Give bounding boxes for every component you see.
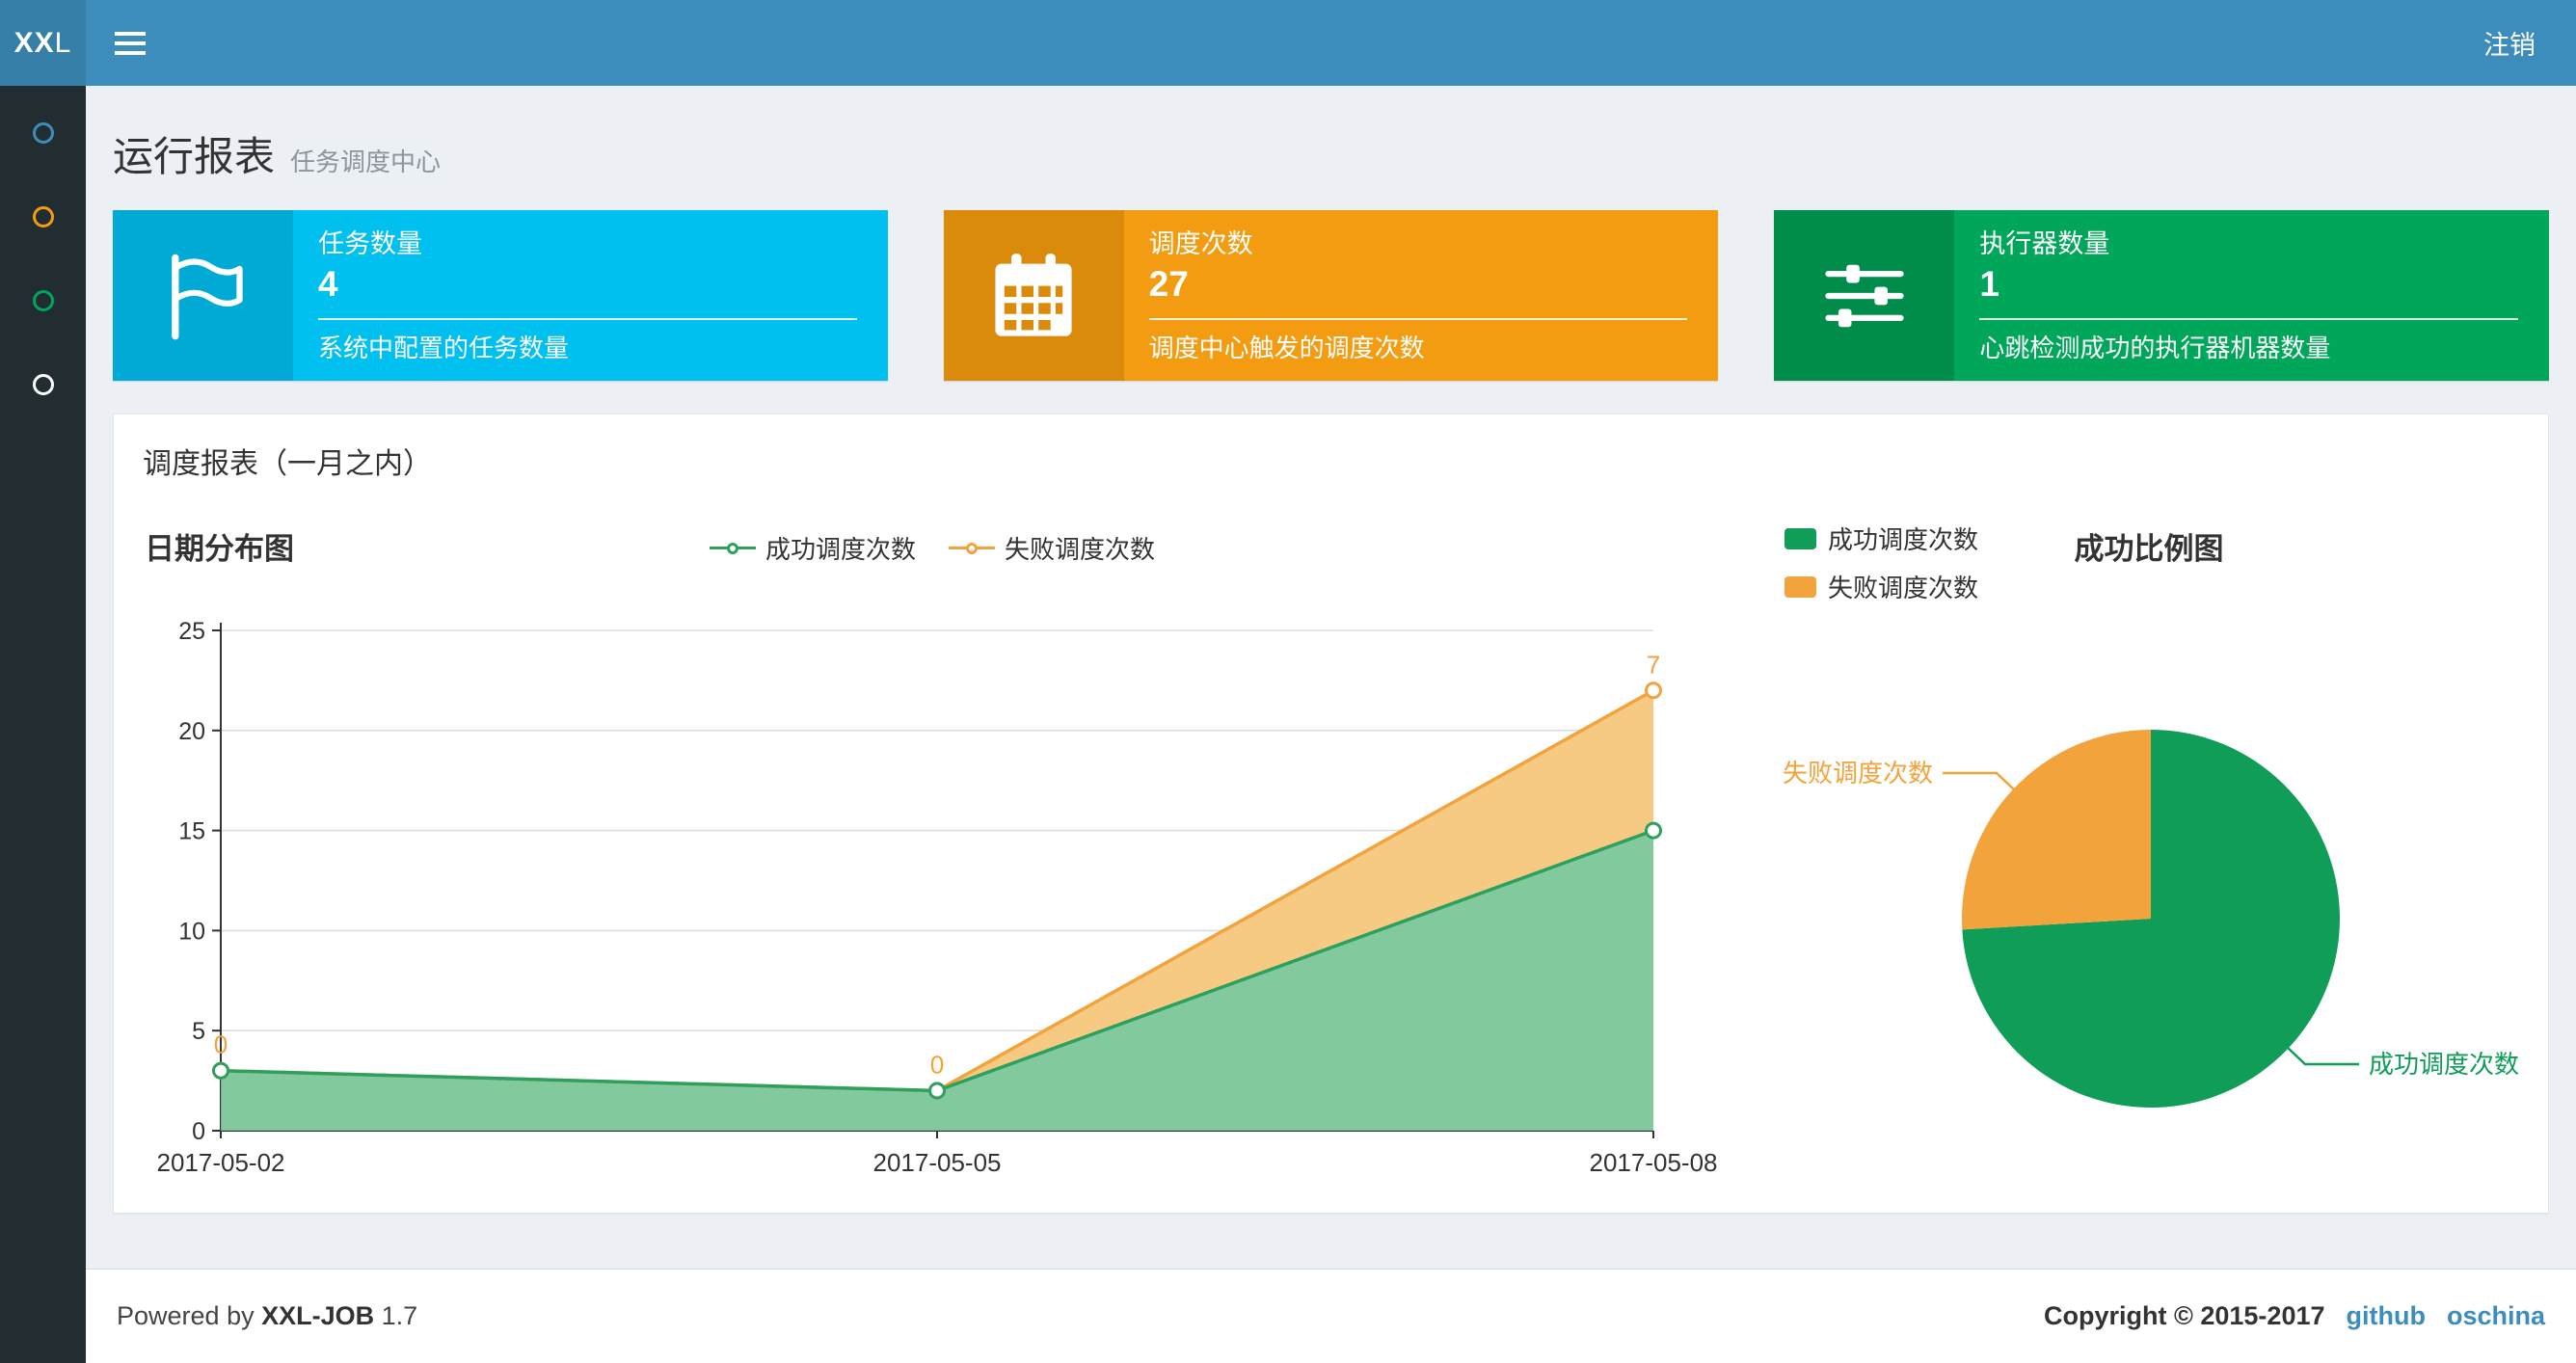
dispatch-report-panel: 调度报表（一月之内） 日期分布图 成功调度次数 失败调度次数 0 5 10 15 20 2… [113,414,2549,1214]
info-box-description: 系统中配置的任务数量 [318,334,570,362]
legend-label: 失败调度次数 [1005,535,1156,564]
legend-label: 成功调度次数 [765,535,917,564]
svg-text:20: 20 [178,718,205,745]
copyright-text: Copyright © 2015-2017 [2043,1301,2325,1330]
logo-text-light: L [54,26,72,59]
date-distribution-chart: 05101520252017-05-02 2017-05-05 2017-05-08… [157,618,1718,1177]
sliders-icon [1774,210,1955,381]
hamburger-icon [115,40,146,45]
info-box-body: 调度次数 27 调度中心触发的调度次数 [1124,210,1719,381]
line-series-marker-icon [710,542,756,554]
sidebar-item-circle-icon[interactable] [32,290,54,311]
logout-link[interactable]: 注销 [2443,0,2576,86]
line-series-marker-icon [949,542,996,554]
info-box-title: 执行器数量 [1979,229,2110,258]
info-box-title: 任务数量 [318,229,422,258]
legend-item-success[interactable]: 成功调度次数 [710,530,916,566]
sidebar-toggle-button[interactable] [86,0,174,86]
calendar-icon [943,210,1124,381]
pie-chart-title: 成功比例图 [2074,532,2224,566]
powered-by: Powered by XXL-JOB 1.7 [117,1301,417,1331]
sidebar-menu [0,86,86,395]
copyright: Copyright © 2015-2017 github oschina [2044,1301,2545,1331]
info-box-task-count: 任务数量 4 系统中配置的任务数量 [113,210,888,381]
powered-by-prefix: Powered by [117,1301,255,1330]
info-box-executor-count: 执行器数量 1 心跳检测成功的执行器机器数量 [1774,210,2550,381]
main-content: 运行报表 任务调度中心 任务数量 4 系统中配置的任务数量 调度次数 27 调度… [86,86,2576,1214]
line-chart-legend: 成功调度次数 失败调度次数 [710,530,1155,566]
svg-text:2017-05-08: 2017-05-08 [1590,1148,1718,1177]
sidebar-item-circle-icon[interactable] [32,374,54,395]
info-box-description: 心跳检测成功的执行器机器数量 [1979,334,2331,362]
page-subtitle: 任务调度中心 [290,147,442,176]
success-ratio-pie-chart: 成功调度次数 失败调度次数 [1783,730,2519,1108]
svg-text:0: 0 [214,1030,228,1059]
page-footer: Powered by XXL-JOB 1.7 Copyright © 2015-… [86,1269,2576,1363]
flag-icon [113,210,293,381]
page-title-text: 运行报表 [113,134,276,179]
info-box-value: 1 [1979,264,1999,304]
svg-text:0: 0 [192,1118,205,1145]
divider [1148,318,1688,320]
info-box-value: 27 [1148,264,1189,304]
divider [1979,318,2519,320]
svg-text:失败调度次数: 失败调度次数 [1783,759,1933,788]
info-box-description: 调度中心触发的调度次数 [1148,334,1425,362]
info-box-value: 4 [318,264,338,304]
info-box-body: 执行器数量 1 心跳检测成功的执行器机器数量 [1954,210,2549,381]
panel-title: 调度报表（一月之内） [143,448,432,480]
svg-text:成功调度次数: 成功调度次数 [2369,1050,2519,1079]
svg-text:10: 10 [178,918,205,945]
legend-item-fail[interactable]: 失败调度次数 [949,530,1155,566]
svg-text:0: 0 [930,1050,944,1079]
sidebar-item-circle-icon[interactable] [32,206,54,227]
svg-text:2017-05-05: 2017-05-05 [873,1148,1002,1177]
info-box-title: 调度次数 [1148,229,1253,258]
info-box-trigger-count: 调度次数 27 调度中心触发的调度次数 [943,210,1719,381]
top-navbar: XX L 注销 [0,0,2576,86]
svg-text:7: 7 [1647,650,1660,679]
oschina-link[interactable]: oschina [2447,1301,2545,1331]
divider [318,318,857,320]
github-link[interactable]: github [2347,1301,2426,1331]
legend-swatch-icon [1784,527,1816,549]
sidebar [0,86,86,1363]
app-logo[interactable]: XX L [0,0,86,86]
svg-text:5: 5 [192,1018,205,1045]
summary-info-boxes: 任务数量 4 系统中配置的任务数量 调度次数 27 调度中心触发的调度次数 执行… [113,210,2550,381]
content-header: 运行报表 任务调度中心 [86,86,2576,204]
svg-text:15: 15 [178,818,205,845]
svg-text:2017-05-02: 2017-05-02 [157,1148,285,1177]
pie-legend-item-success[interactable]: 成功调度次数 [1784,521,1978,556]
legend-label: 成功调度次数 [1828,525,1979,554]
svg-text:25: 25 [178,618,205,645]
sidebar-item-circle-icon[interactable] [32,122,54,144]
logo-text-bold: XX [13,26,55,59]
product-version: 1.7 [381,1301,418,1330]
product-name: XXL-JOB [261,1301,375,1330]
info-box-body: 任务数量 4 系统中配置的任务数量 [293,210,888,381]
page-title: 运行报表 任务调度中心 [113,124,2549,183]
line-chart-title: 日期分布图 [145,532,294,566]
